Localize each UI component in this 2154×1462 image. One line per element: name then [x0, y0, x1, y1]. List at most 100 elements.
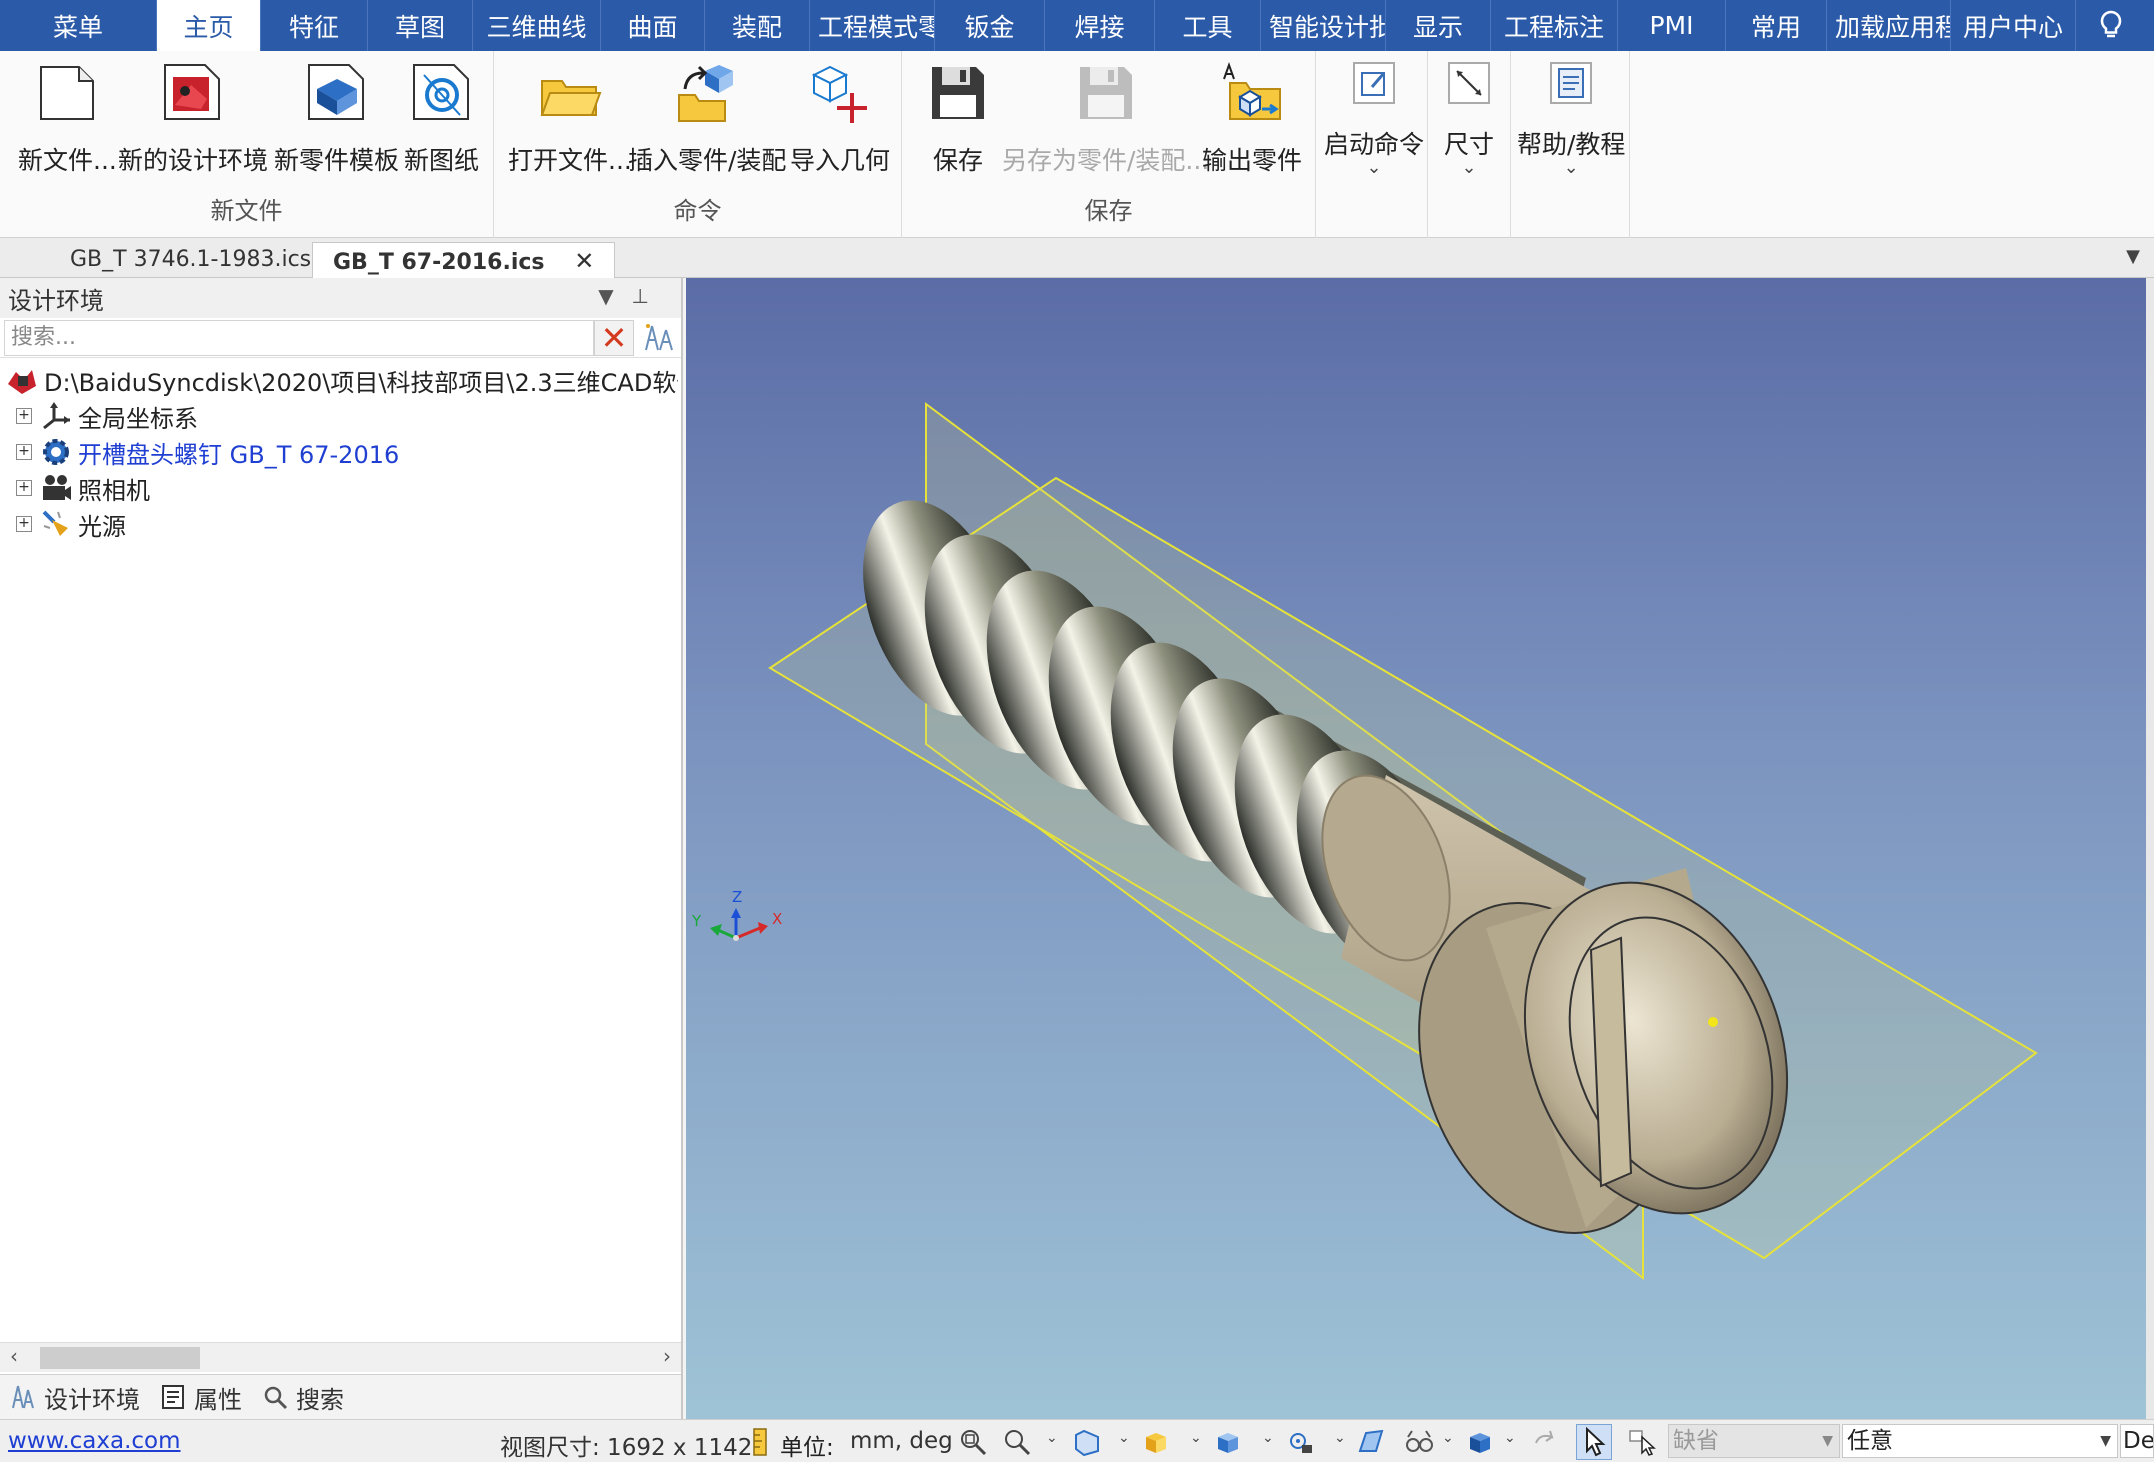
tree-item-camera[interactable]: + 照相机 — [16, 470, 150, 506]
tree-filter-icon[interactable] — [642, 322, 676, 354]
3d-viewport[interactable]: Z X Y — [686, 278, 2146, 1419]
lightbulb-icon[interactable] — [2094, 8, 2128, 42]
render-mode-icon[interactable] — [1142, 1427, 1172, 1457]
doc-tab-gb-t-67[interactable]: GB_T 67-2016.ics ✕ — [312, 242, 616, 278]
menu-tab-sheet-metal[interactable]: 钣金 — [935, 0, 1045, 51]
tree-item-slotted-screw[interactable]: + 开槽盘头螺钉 GB_T 67-2016 — [16, 434, 399, 470]
pick-filter-icon[interactable] — [1628, 1427, 1658, 1457]
launch-command-icon — [1352, 61, 1396, 105]
panel-tab-design-env[interactable]: 设计环境 — [0, 1380, 150, 1415]
menu-tab-engineering-mode[interactable]: 工程模式零 — [810, 0, 935, 51]
chevron-down-icon[interactable]: ⌄ — [1442, 1430, 1454, 1446]
search-input[interactable] — [4, 319, 594, 356]
doc-tab-gb-t-3746[interactable]: GB_T 3746.1-1983.ics — [50, 242, 331, 278]
scroll-left-icon[interactable]: ‹ — [10, 1344, 18, 1368]
blue-cube-icon[interactable] — [1466, 1427, 1496, 1457]
tree-item-global-coords[interactable]: + 全局坐标系 — [16, 398, 198, 434]
chevron-down-icon[interactable]: ⌄ — [1262, 1430, 1274, 1446]
menu-tab-common[interactable]: 常用 — [1726, 0, 1827, 51]
expand-icon[interactable]: + — [16, 480, 32, 496]
tree-item-light-source[interactable]: + 光源 — [16, 506, 126, 542]
save-as-button: 另存为零件/装配... — [1002, 61, 1209, 177]
zoom-icon[interactable] — [1002, 1427, 1032, 1457]
undo-view-icon — [1530, 1427, 1560, 1457]
view-orientation-icon[interactable] — [1072, 1427, 1102, 1457]
launch-command-button[interactable]: 启动命令 ⌄ — [1324, 61, 1424, 177]
search-icon — [262, 1384, 288, 1410]
expand-icon[interactable]: + — [16, 516, 32, 532]
menu-tab-user-center[interactable]: 用户中心 — [1951, 0, 2076, 51]
horizontal-scrollbar[interactable]: ‹ › — [0, 1342, 681, 1372]
menu-tab-surfaces[interactable]: 曲面 — [601, 0, 705, 51]
view-size-readout: 视图尺寸: 1692 x 1142 — [500, 1435, 753, 1461]
menu-tab-pmi[interactable]: PMI — [1618, 0, 1726, 51]
scrollbar-thumb[interactable] — [40, 1347, 200, 1369]
panel-tab-properties[interactable]: 属性 — [150, 1380, 252, 1415]
new-part-template-button[interactable]: 新零件模板 — [274, 61, 399, 177]
ribbon-group-dimension: 尺寸 ⌄ — [1428, 51, 1511, 238]
viewport-vertical-scrollbar[interactable] — [2146, 278, 2154, 1419]
import-geometry-button[interactable]: 导入几何 — [790, 61, 890, 177]
chevron-down-icon[interactable]: ⌄ — [1190, 1430, 1202, 1446]
menu-tab-load-apps[interactable]: 加载应用程 — [1827, 0, 1951, 51]
new-file-button[interactable]: 新文件... — [18, 61, 117, 177]
unit-label: 单位: — [780, 1435, 834, 1461]
camera-view-icon[interactable] — [1286, 1427, 1316, 1457]
tree-root[interactable]: D:\BaiduSyncdisk\2020\项目\科技部项目\2.3三维CAD软… — [6, 362, 678, 398]
shaded-cube-icon[interactable] — [1214, 1427, 1244, 1457]
new-design-env-button[interactable]: 新的设计环境 — [118, 61, 268, 177]
panel-title: 设计环境 — [8, 286, 104, 315]
select-pointer-icon[interactable] — [1576, 1424, 1612, 1460]
menu-tab-engineering-annotation[interactable]: 工程标注 — [1491, 0, 1618, 51]
menu-tab-features[interactable]: 特征 — [261, 0, 368, 51]
glasses-icon[interactable] — [1404, 1427, 1434, 1457]
chevron-down-icon: ⌄ — [1461, 157, 1477, 178]
clear-search-icon[interactable]: ✕ — [594, 320, 634, 356]
menu-tab-sketch[interactable]: 草图 — [368, 0, 473, 51]
menu-tab-tools[interactable]: 工具 — [1155, 0, 1261, 51]
ribbon-group-help: 帮助/教程 ⌄ — [1511, 51, 1630, 238]
chevron-down-icon[interactable]: ⌄ — [1504, 1430, 1516, 1446]
menu-tab-menu[interactable]: 菜单 — [0, 0, 157, 51]
design-env-tab-icon — [10, 1384, 36, 1410]
document-tabs: GB_T 3746.1-1983.ics GB_T 67-2016.ics ✕ … — [0, 238, 2154, 278]
triad-x-label: X — [772, 910, 782, 928]
help-tutorial-button[interactable]: 帮助/教程 ⌄ — [1517, 61, 1625, 177]
camera-icon — [40, 472, 72, 504]
chevron-down-icon[interactable]: ⌄ — [1334, 1430, 1346, 1446]
part-gear-icon — [40, 436, 72, 468]
properties-icon — [160, 1384, 186, 1410]
menu-tab-smart-design[interactable]: 智能设计批 — [1261, 0, 1386, 51]
open-file-button[interactable]: 打开文件... — [508, 61, 632, 177]
filter-select[interactable]: 缺省 ▼ — [1668, 1424, 1840, 1458]
chevron-down-icon[interactable]: ⌄ — [1046, 1430, 1058, 1446]
export-part-button[interactable]: 输出零件 — [1202, 61, 1302, 177]
insert-part-button[interactable]: 插入零件/装配 — [628, 61, 786, 177]
chevron-down-icon[interactable]: ⌄ — [1118, 1430, 1130, 1446]
expand-icon[interactable]: + — [16, 444, 32, 460]
menu-tab-home[interactable]: 主页 — [157, 0, 261, 51]
new-drawing-button[interactable]: 新图纸 — [404, 61, 479, 177]
zoom-fit-icon[interactable] — [958, 1427, 988, 1457]
default-field[interactable]: Def — [2120, 1424, 2154, 1458]
section-plane-icon[interactable] — [1356, 1427, 1386, 1457]
close-tab-icon[interactable]: ✕ — [574, 247, 594, 275]
caxa-website-link[interactable]: www.caxa.com — [8, 1428, 181, 1454]
unit-value[interactable]: mm, deg — [850, 1428, 953, 1454]
save-button[interactable]: 保存 — [926, 61, 990, 177]
panel-tab-search[interactable]: 搜索 — [252, 1380, 354, 1415]
scroll-right-icon[interactable]: › — [663, 1344, 671, 1368]
help-tutorial-icon — [1549, 61, 1593, 105]
save-as-icon — [1074, 61, 1138, 125]
panel-menu-icon[interactable]: ▼ — [598, 284, 631, 308]
expand-icon[interactable]: + — [16, 408, 32, 424]
menu-tab-welding[interactable]: 焊接 — [1045, 0, 1155, 51]
tabs-dropdown-icon[interactable]: ▼ — [2126, 246, 2140, 267]
selection-mode-select[interactable]: 任意 ▼ — [1842, 1424, 2118, 1458]
dimension-button[interactable]: 尺寸 ⌄ — [1444, 61, 1494, 178]
menu-tab-assembly[interactable]: 装配 — [705, 0, 810, 51]
menu-tab-3d-curves[interactable]: 三维曲线 — [473, 0, 601, 51]
ribbon-group-new-file: 新文件... 新的设计环境 新零件模板 新图纸 新文件 — [0, 51, 494, 238]
menu-tab-display[interactable]: 显示 — [1386, 0, 1491, 51]
pin-icon[interactable]: ⊥ — [632, 284, 667, 308]
